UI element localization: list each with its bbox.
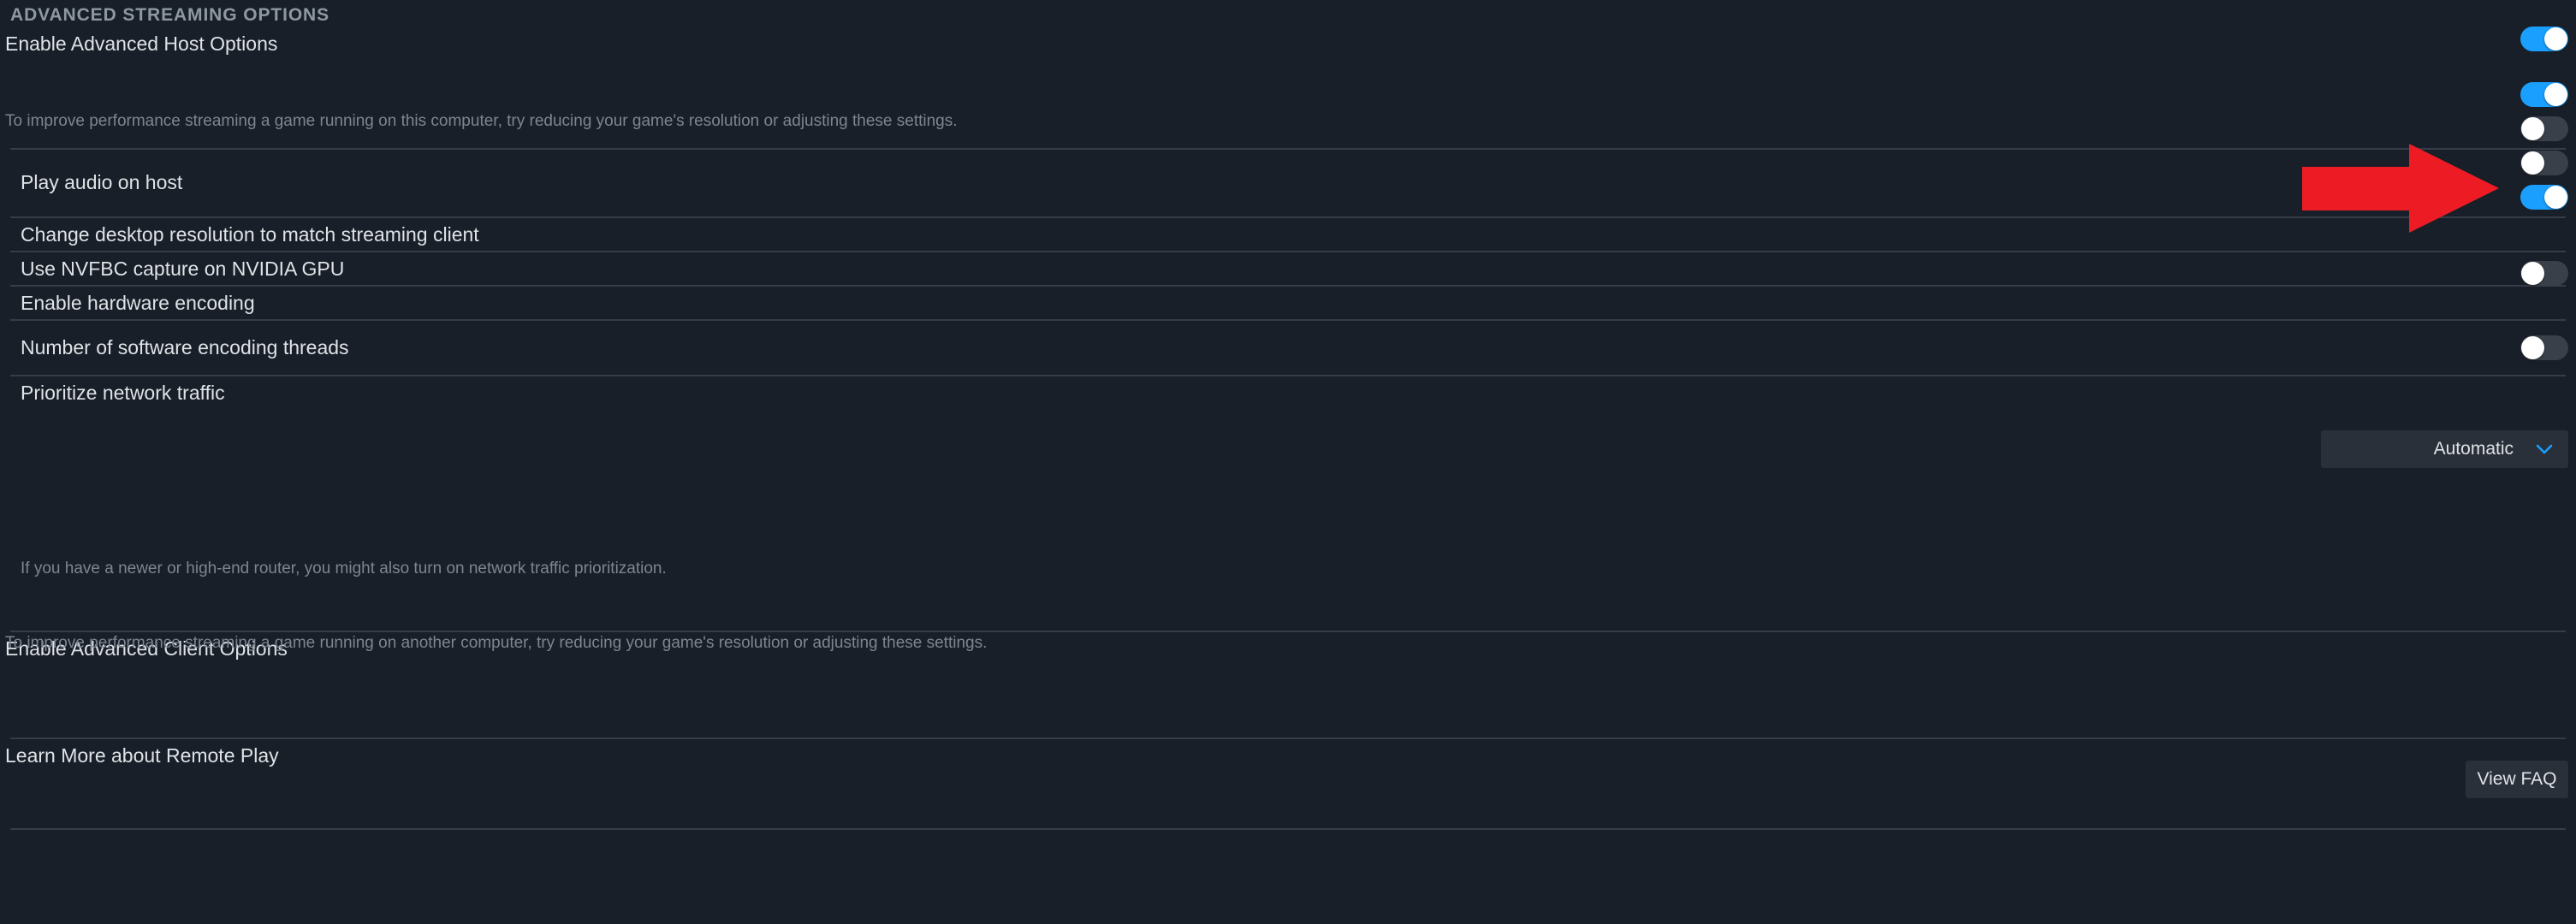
toggle-enable-advanced-host-options[interactable] <box>2520 27 2568 51</box>
row-software-encoding-threads[interactable]: Number of software encoding threads <box>0 320 2576 375</box>
row-enable-advanced-host-options[interactable]: Enable Advanced Host Options <box>0 26 2576 62</box>
enable-hardware-encoding-label: Enable hardware encoding <box>21 291 255 314</box>
toggle-enable-advanced-client-options[interactable] <box>2520 335 2568 360</box>
use-nvfbc-capture-label: Use NVFBC capture on NVIDIA GPU <box>21 257 345 280</box>
row-play-audio-on-host[interactable]: Play audio on host <box>0 149 2576 216</box>
row-use-nvfbc-capture[interactable]: Use NVFBC capture on NVIDIA GPU <box>0 252 2576 286</box>
view-faq-button[interactable]: View FAQ <box>2466 761 2568 798</box>
view-faq-button-label: View FAQ <box>2477 769 2557 789</box>
enable-advanced-client-options-description: To improve performance streaming a game … <box>5 634 988 652</box>
advanced-streaming-options-panel: ADVANCED STREAMING OPTIONS Enable Advanc… <box>0 0 2576 924</box>
dropdown-selected-value: Automatic <box>2433 439 2514 459</box>
toggle-enable-hardware-encoding[interactable] <box>2520 185 2568 210</box>
toggle-prioritize-network-traffic[interactable] <box>2520 261 2568 286</box>
row-enable-hardware-encoding[interactable]: Enable hardware encoding <box>0 286 2576 320</box>
toggle-change-desktop-resolution[interactable] <box>2520 116 2568 141</box>
row-prioritize-network-traffic[interactable]: Prioritize network traffic <box>0 376 2576 410</box>
toggle-knob <box>2544 83 2567 106</box>
change-desktop-resolution-label: Change desktop resolution to match strea… <box>21 222 479 246</box>
page-title: ADVANCED STREAMING OPTIONS <box>10 5 330 25</box>
play-audio-on-host-label: Play audio on host <box>21 171 183 193</box>
enable-advanced-host-options-label: Enable Advanced Host Options <box>5 32 278 55</box>
row-change-desktop-resolution[interactable]: Change desktop resolution to match strea… <box>0 217 2576 252</box>
toggle-knob <box>2544 186 2567 209</box>
learn-more-remote-play-label: Learn More about Remote Play <box>5 743 279 767</box>
toggle-knob <box>2521 117 2544 140</box>
toggle-knob <box>2521 151 2544 175</box>
toggle-knob <box>2544 27 2567 50</box>
row-learn-more-remote-play[interactable]: Learn More about Remote Play <box>0 738 2576 773</box>
toggle-play-audio-on-host[interactable] <box>2520 82 2568 107</box>
chevron-down-icon <box>2536 444 2553 454</box>
enable-advanced-host-options-description: To improve performance streaming a game … <box>5 112 958 130</box>
software-encoding-threads-label: Number of software encoding threads <box>21 335 349 358</box>
row-separator <box>10 828 2566 830</box>
toggle-knob <box>2521 262 2544 285</box>
toggle-use-nvfbc-capture[interactable] <box>2520 151 2568 175</box>
toggle-knob <box>2521 336 2544 359</box>
prioritize-network-traffic-label: Prioritize network traffic <box>21 381 225 404</box>
dropdown-software-encoding-threads[interactable]: Automatic <box>2321 430 2568 468</box>
prioritize-network-traffic-description: If you have a newer or high-end router, … <box>21 560 667 578</box>
